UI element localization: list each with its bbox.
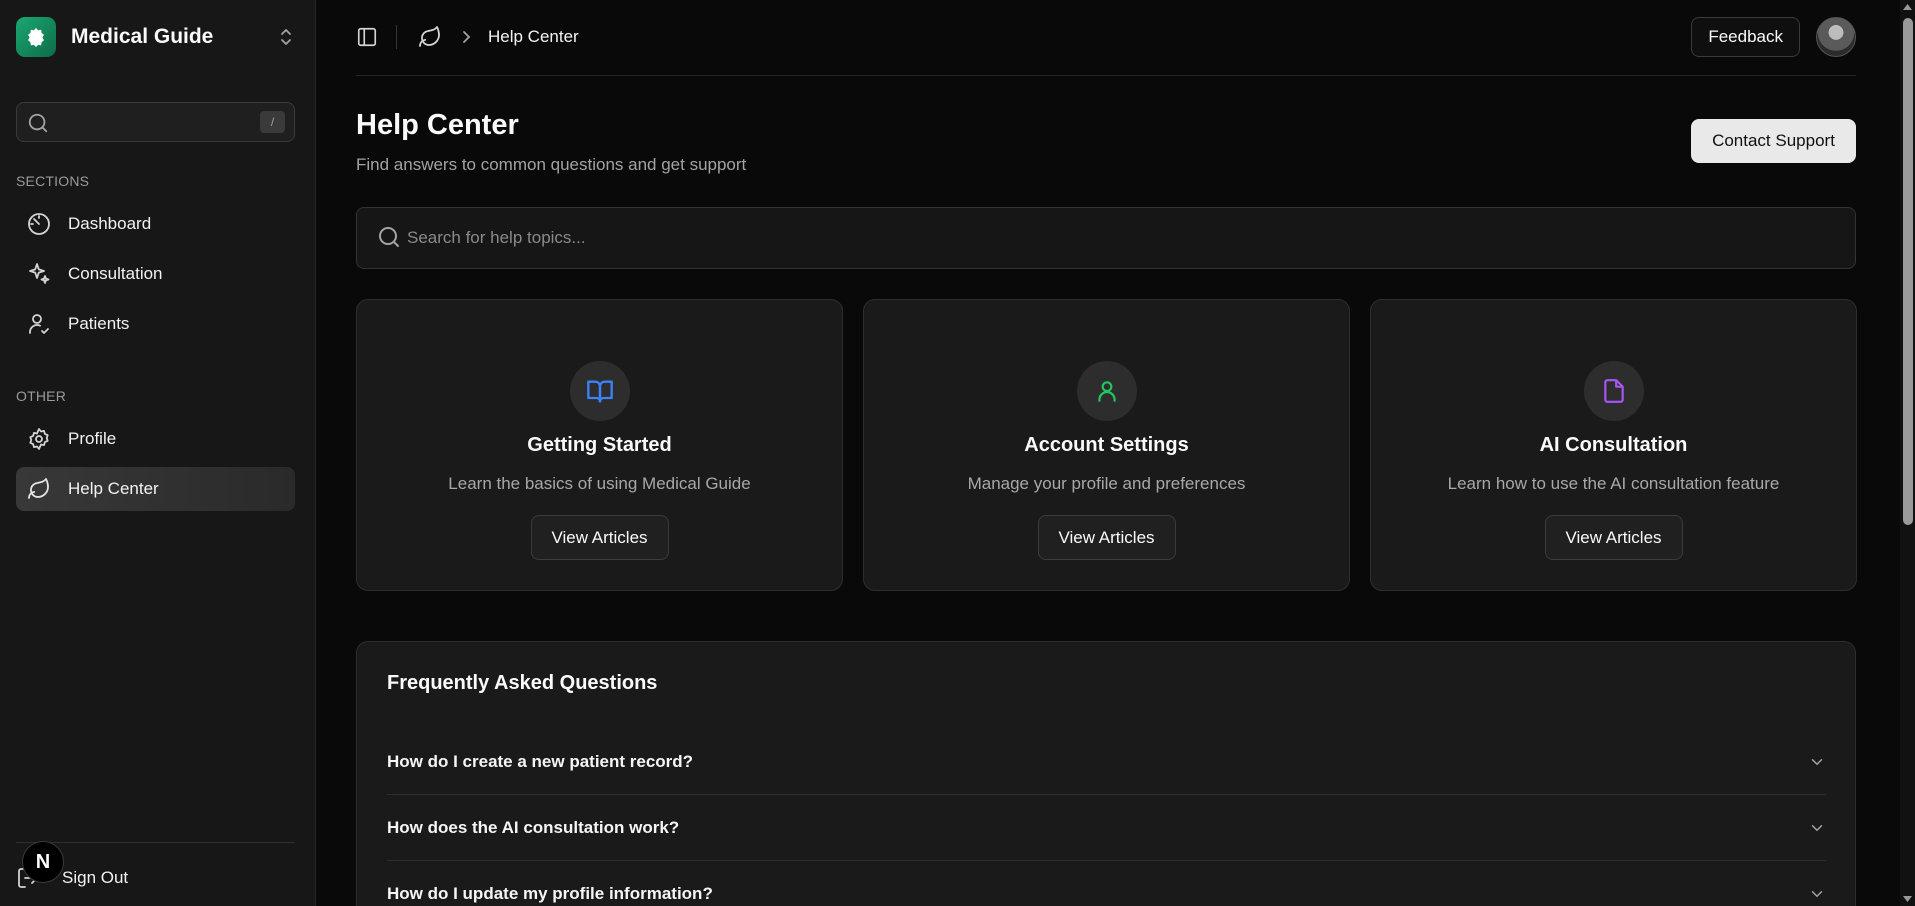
scrollbar[interactable] <box>1900 0 1915 906</box>
view-articles-button[interactable]: View Articles <box>530 515 669 560</box>
card-title: AI Consultation <box>1539 434 1688 456</box>
scrollbar-thumb[interactable] <box>1903 18 1913 525</box>
gear-icon <box>27 427 51 451</box>
breadcrumb: Help Center <box>488 27 579 46</box>
page-subtitle: Find answers to common questions and get… <box>356 155 747 174</box>
leaf-icon <box>27 477 51 501</box>
faq-panel: Frequently Asked Questions How do I crea… <box>356 641 1856 906</box>
card-description: Manage your profile and preferences <box>967 474 1246 493</box>
dev-badge[interactable]: N <box>22 841 64 883</box>
chevron-down-icon <box>1808 819 1826 837</box>
chevron-right-icon <box>459 29 473 45</box>
help-search[interactable] <box>356 207 1856 269</box>
feedback-button[interactable]: Feedback <box>1691 17 1800 57</box>
sidebar-item-label: Profile <box>68 429 117 448</box>
card-title: Account Settings <box>1024 434 1189 456</box>
sidebar-item-help-center[interactable]: Help Center <box>16 467 295 511</box>
leaf-icon[interactable] <box>418 25 442 49</box>
page-title: Help Center <box>356 109 519 141</box>
scroll-up-arrow-icon[interactable] <box>1903 4 1912 10</box>
sidebar-item-label: Patients <box>68 314 130 333</box>
card-title: Getting Started <box>527 434 672 456</box>
sidebar-item-label: Dashboard <box>68 214 152 233</box>
faq-question: How does the AI consultation work? <box>387 817 680 837</box>
search-icon <box>377 225 401 249</box>
sidebar-divider <box>16 842 295 843</box>
search-icon <box>27 112 49 134</box>
search-shortcut-key: / <box>260 111 285 133</box>
faq-question: How do I create a new patient record? <box>387 751 694 771</box>
sidebar-search[interactable]: / <box>16 102 295 142</box>
scroll-down-arrow-icon[interactable] <box>1903 896 1912 902</box>
sparkles-icon <box>27 262 51 286</box>
brand-name: Medical Guide <box>71 25 214 48</box>
chevron-down-icon <box>1808 885 1826 903</box>
avatar[interactable] <box>1816 17 1856 57</box>
faq-item[interactable]: How does the AI consultation work? <box>387 795 1826 861</box>
topbar-separator <box>396 25 397 49</box>
book-open-icon <box>570 361 630 421</box>
user-icon <box>1077 361 1137 421</box>
card-getting-started: Getting Started Learn the basics of usin… <box>356 299 843 591</box>
sidebar-item-patients[interactable]: Patients <box>16 302 295 346</box>
medical-badge-icon <box>16 17 56 57</box>
card-description: Learn the basics of using Medical Guide <box>448 474 751 493</box>
user-check-icon <box>27 312 51 336</box>
faq-question: How do I update my profile information? <box>387 884 713 903</box>
other-label: OTHER <box>16 388 66 404</box>
sidebar-item-label: Consultation <box>68 264 163 283</box>
topbar: Help Center Feedback <box>356 0 1856 76</box>
brand-switcher[interactable]: Medical Guide <box>16 17 294 57</box>
sidebar-toggle-icon[interactable] <box>356 26 378 48</box>
view-articles-button[interactable]: View Articles <box>1037 515 1176 560</box>
card-ai-consultation: AI Consultation Learn how to use the AI … <box>1370 299 1857 591</box>
help-search-input[interactable] <box>407 208 1827 268</box>
file-icon <box>1584 361 1644 421</box>
sidebar-item-label: Help Center <box>68 479 159 498</box>
faq-item[interactable]: How do I create a new patient record? <box>387 729 1826 795</box>
sidebar-item-dashboard[interactable]: Dashboard <box>16 202 295 246</box>
faq-title: Frequently Asked Questions <box>387 672 658 694</box>
sections-label: SECTIONS <box>16 173 90 189</box>
view-articles-button[interactable]: View Articles <box>1544 515 1683 560</box>
card-account-settings: Account Settings Manage your profile and… <box>863 299 1350 591</box>
chevrons-up-down-icon <box>278 27 294 47</box>
faq-item[interactable]: How do I update my profile information? <box>387 861 1826 906</box>
card-description: Learn how to use the AI consultation fea… <box>1447 474 1780 493</box>
chevron-down-icon <box>1808 753 1826 771</box>
sidebar-item-profile[interactable]: Profile <box>16 417 295 461</box>
contact-support-button[interactable]: Contact Support <box>1691 119 1856 163</box>
dev-badge-letter: N <box>35 850 51 873</box>
sidebar-item-consultation[interactable]: Consultation <box>16 252 295 296</box>
sidebar: Medical Guide / SECTIONS Dashboard Consu… <box>0 0 316 906</box>
gauge-icon <box>27 212 51 236</box>
sign-out-label: Sign Out <box>62 868 129 887</box>
